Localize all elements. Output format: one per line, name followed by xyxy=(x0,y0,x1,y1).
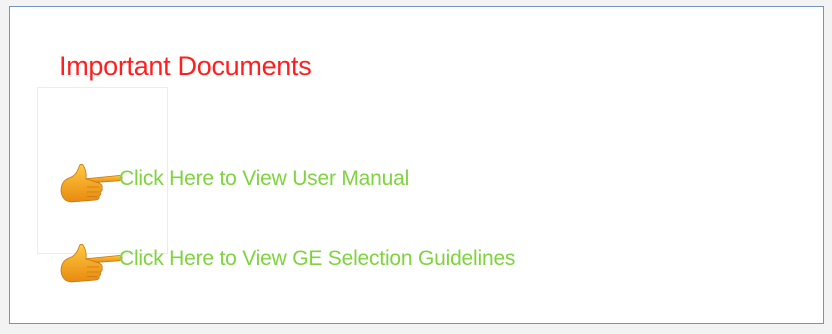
pointing-hand-icon xyxy=(60,163,123,203)
user-manual-link-label: Click Here to View User Manual xyxy=(119,167,410,190)
section-title: Important Documents xyxy=(59,51,312,81)
ge-selection-guidelines-link[interactable]: Click Here to View GE Selection Guidelin… xyxy=(59,237,515,287)
important-documents-panel: Important Documents Click Here to View U… xyxy=(9,6,824,324)
ge-selection-guidelines-link-label: Click Here to View GE Selection Guidelin… xyxy=(119,247,516,270)
user-manual-link[interactable]: Click Here to View User Manual xyxy=(59,157,409,207)
pointing-hand-icon xyxy=(60,243,123,283)
